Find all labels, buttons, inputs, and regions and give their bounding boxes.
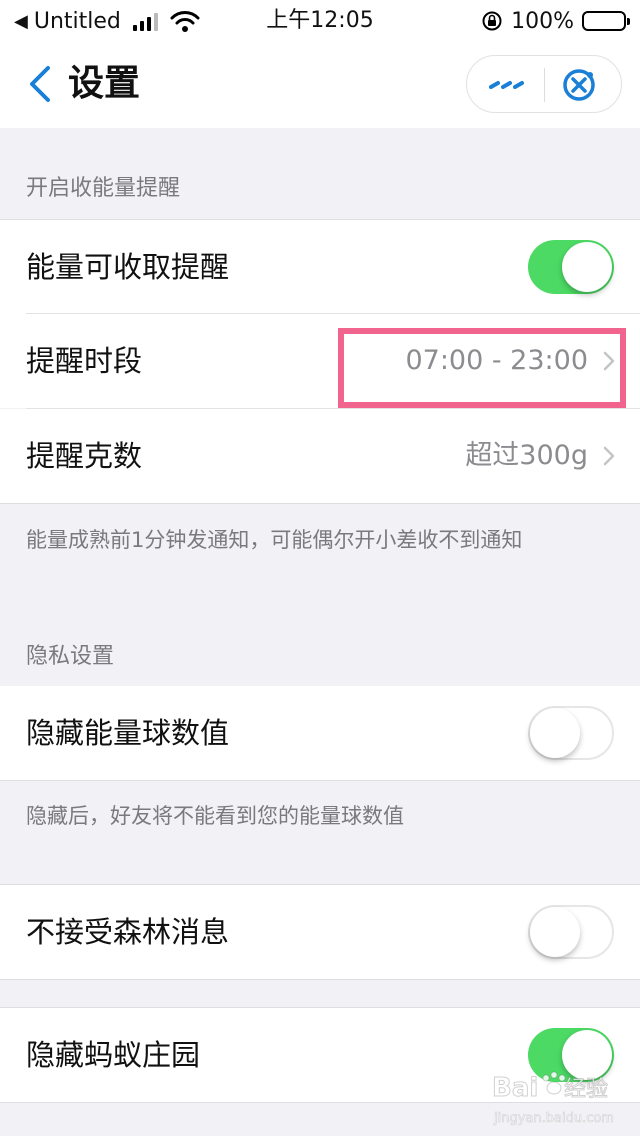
toggle-knob — [562, 242, 612, 292]
row-label: 不接受森林消息 — [26, 915, 230, 949]
page-title: 设置 — [68, 63, 141, 104]
row-energy-collect-reminder: 能量可收取提醒 — [0, 220, 640, 314]
highlight-annotation-box — [338, 328, 626, 408]
hide-energy-value-toggle[interactable] — [528, 706, 614, 760]
section-header-privacy: 隐私设置 — [26, 644, 115, 669]
back-arrow-icon[interactable] — [26, 64, 54, 104]
svg-text:jingyan.baidu.com: jingyan.baidu.com — [493, 1111, 614, 1126]
svg-text:经验: 经验 — [564, 1077, 608, 1102]
toggle-knob — [530, 708, 580, 758]
section-header-energy-reminder: 开启收能量提醒 — [26, 176, 181, 201]
battery-percentage: 100% — [511, 8, 574, 34]
more-options-icon[interactable] — [487, 70, 527, 100]
row-label: 提醒克数 — [26, 439, 143, 473]
battery-icon — [582, 11, 630, 31]
row-label: 隐藏能量球数值 — [26, 716, 230, 750]
divider — [0, 503, 640, 504]
baidu-jingyan-watermark: Bai 经验 jingyan.baidu.com — [492, 1071, 614, 1126]
divider — [0, 979, 640, 980]
status-right: 100% — [481, 6, 630, 36]
energy-reminder-note: 能量成熟前1分钟发通知，可能偶尔开小差收不到通知 — [26, 528, 523, 552]
chevron-right-icon — [603, 446, 615, 466]
row-forest-messages: 不接受森林消息 — [0, 885, 640, 979]
row-label: 隐藏蚂蚁庄园 — [26, 1038, 201, 1072]
divider — [0, 780, 640, 781]
row-hide-energy-value: 隐藏能量球数值 — [0, 686, 640, 780]
forest-messages-toggle[interactable] — [528, 905, 614, 959]
row-label: 提醒时段 — [26, 344, 143, 378]
navigation-bar: 设置 — [0, 42, 640, 128]
reminder-grams-value: 超过300g — [465, 440, 588, 471]
svg-text:Bai: Bai — [492, 1073, 538, 1103]
energy-reminder-toggle[interactable] — [528, 240, 614, 294]
privacy-note: 隐藏后，好友将不能看到您的能量球数值 — [26, 804, 404, 828]
capsule-divider — [544, 68, 545, 102]
row-reminder-grams[interactable]: 提醒克数 超过300g — [0, 409, 640, 503]
close-mini-program-icon[interactable] — [559, 67, 599, 103]
status-bar: ◀ Untitled 上午12:05 100% — [0, 0, 640, 42]
row-label: 能量可收取提醒 — [26, 250, 230, 284]
rotation-lock-icon — [482, 11, 502, 31]
toggle-knob — [530, 907, 580, 957]
mini-program-capsule — [466, 55, 622, 113]
